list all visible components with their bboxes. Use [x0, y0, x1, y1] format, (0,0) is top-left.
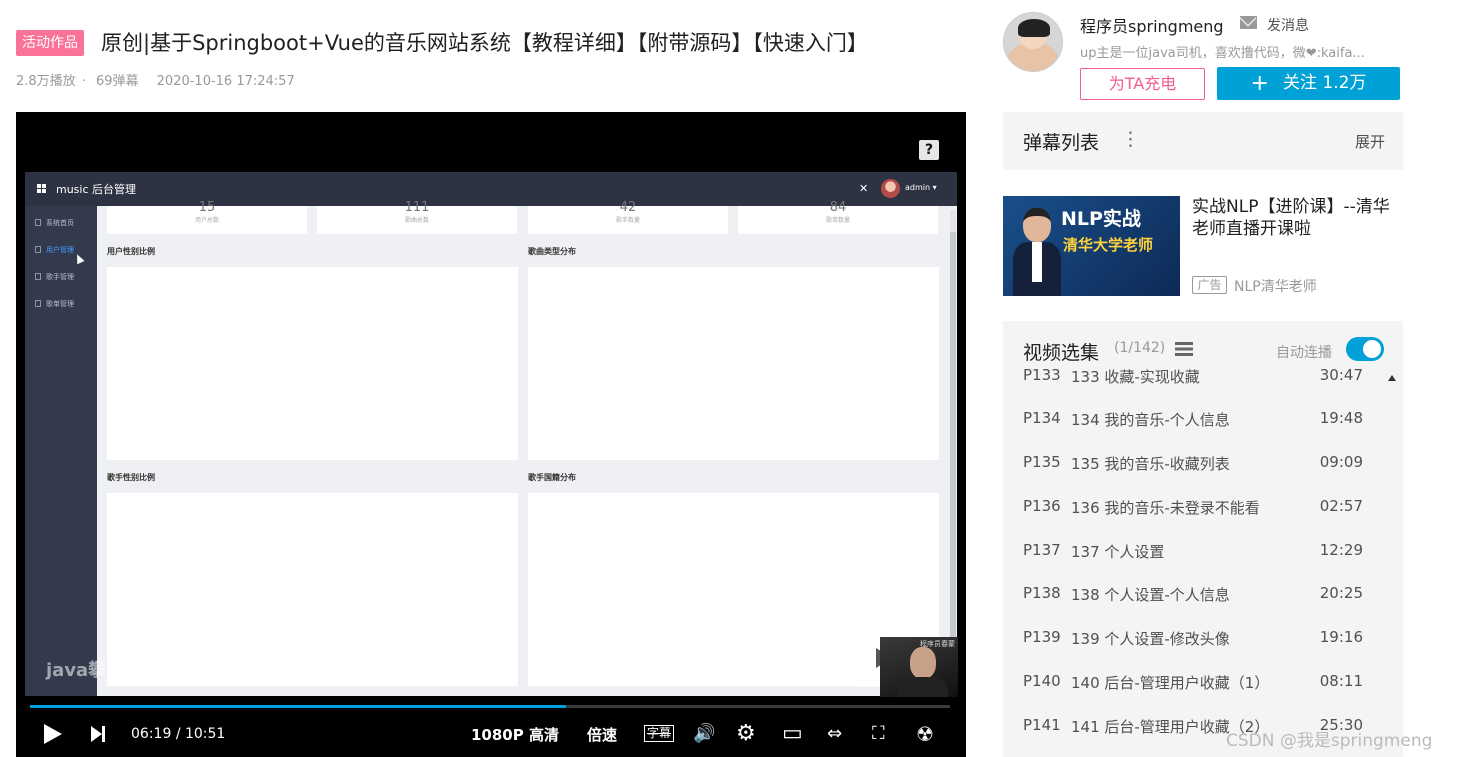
chart-panel: [107, 493, 518, 686]
admin-menu-singers: 歌手管理: [35, 272, 74, 282]
video-player[interactable]: ? music 后台管理 ✕ admin ▾ 系统首页 用户管理 歌手管理 歌单…: [16, 112, 966, 757]
list-icon[interactable]: [1175, 342, 1193, 356]
page-icon: [35, 273, 41, 280]
speed-button[interactable]: 倍速: [587, 724, 617, 745]
ad-image[interactable]: NLP实战 清华大学老师: [1003, 196, 1180, 296]
play-count: 2.8万播放: [16, 74, 76, 89]
progress-bar[interactable]: [30, 705, 950, 708]
duration: 10:51: [184, 726, 226, 742]
page-icon: [35, 300, 41, 307]
admin-title: music 后台管理: [56, 183, 137, 196]
danmaku-list-title: 弹幕列表: [1023, 132, 1100, 154]
quality-button[interactable]: 1080P 高清: [471, 724, 559, 745]
pip-icon[interactable]: ▭: [782, 723, 803, 745]
follow-label: 关注 1.2万: [1282, 73, 1367, 93]
radiation-icon[interactable]: ☢: [916, 724, 934, 744]
chart-panel: [528, 267, 939, 460]
fullscreen-icon[interactable]: ⛶: [872, 724, 885, 744]
video-meta: 2.8万播放 · 69弹幕 2020-10-16 17:24:57: [16, 70, 301, 89]
episode-title: 视频选集: [1023, 342, 1100, 364]
ad-image-title: NLP实战: [1061, 208, 1141, 230]
more-icon[interactable]: ⋮: [1121, 128, 1140, 150]
bilibili-watermark-logo: bilibili: [181, 652, 258, 677]
autoplay-toggle[interactable]: [1346, 337, 1384, 361]
charge-button[interactable]: 为TA充电: [1080, 68, 1205, 100]
player-controls: 06:19 / 10:51 1080P 高清 倍速 字幕 🔊 ⚙ ▭ ⇔ ⛶ ☢: [16, 712, 966, 757]
help-icon[interactable]: ?: [919, 140, 939, 160]
play-icon[interactable]: [44, 724, 62, 744]
admin-user: admin ▾: [905, 183, 937, 192]
csdn-watermark: CSDN @我是springmeng: [1226, 731, 1433, 751]
scroll-up-icon[interactable]: [1388, 375, 1396, 381]
admin-avatar: [881, 179, 900, 198]
next-icon[interactable]: [91, 726, 105, 742]
admin-scrollbar: [950, 210, 956, 690]
current-time: 06:19: [131, 726, 172, 742]
episode-panel: 视频选集 (1/142) 自动连播 P133 133 收藏-实现收藏 30:47 P…: [1003, 321, 1403, 757]
video-frame[interactable]: music 后台管理 ✕ admin ▾ 系统首页 用户管理 歌手管理 歌单管理…: [25, 172, 957, 696]
chart-title-user-gender: 用户性别比例: [107, 247, 155, 256]
stat-card-playlists: 84 歌单数量: [738, 200, 938, 234]
ad-badge: 广告: [1192, 276, 1227, 294]
time-separator: /: [175, 726, 181, 742]
follow-button[interactable]: + 关注 1.2万: [1217, 67, 1400, 100]
stat-card-singers: 42 歌手数量: [528, 200, 728, 234]
chart-panel: [107, 267, 518, 460]
mail-icon[interactable]: [1240, 16, 1257, 29]
widescreen-icon[interactable]: ⇔: [827, 724, 842, 744]
video-title: 原创|基于Springboot+Vue的音乐网站系统【教程详细】【附带源码】【快…: [101, 31, 868, 55]
chart-title-singer-country: 歌手国籍分布: [528, 473, 576, 482]
uploader-watermark: java攀登: [46, 660, 125, 681]
ad-image-subtitle: 清华大学老师: [1063, 236, 1154, 254]
stat-card-songs: 111 歌曲总数: [317, 200, 517, 234]
admin-sidebar: 系统首页 用户管理 歌手管理 歌单管理: [25, 206, 97, 696]
time-display: 06:19 / 10:51: [131, 726, 225, 742]
uploader-avatar[interactable]: [1003, 12, 1063, 72]
stat-card-users: 15 用户总数: [107, 200, 307, 234]
send-message-link[interactable]: 发消息: [1267, 15, 1309, 35]
meta-separator: ·: [81, 74, 86, 89]
danmaku-count: 69弹幕: [95, 74, 139, 89]
webcam-overlay: 程序员春蒙: [880, 637, 958, 697]
ad-title[interactable]: 实战NLP【进阶课】--清华老师直播开课啦: [1192, 196, 1402, 240]
grid-icon: [37, 184, 46, 193]
admin-menu-users: 用户管理: [35, 245, 74, 255]
autoplay-label: 自动连播: [1276, 345, 1332, 361]
publish-date: 2020-10-16 17:24:57: [156, 74, 295, 89]
expand-icon: ✕: [859, 182, 869, 195]
episode-count: (1/142): [1114, 340, 1166, 356]
danmaku-expand-button[interactable]: 展开: [1355, 131, 1385, 152]
progress-fill: [30, 705, 567, 708]
uploader-name[interactable]: 程序员springmeng: [1080, 13, 1224, 37]
plus-icon: +: [1250, 71, 1269, 96]
danmaku-list-bar[interactable]: 弹幕列表 ⋮ 展开: [1003, 112, 1403, 170]
webcam-caption: 程序员春蒙: [920, 640, 955, 648]
ad-person: [1013, 208, 1061, 296]
activity-tag[interactable]: 活动作品: [16, 30, 84, 56]
page-icon: [35, 246, 41, 253]
volume-icon[interactable]: 🔊: [693, 724, 715, 744]
admin-menu-home: 系统首页: [35, 218, 74, 228]
chart-title-song-types: 歌曲类型分布: [528, 247, 576, 256]
settings-icon[interactable]: ⚙: [736, 723, 756, 745]
chart-title-singer-gender: 歌手性别比例: [107, 473, 155, 482]
ad-source[interactable]: NLP清华老师: [1234, 276, 1317, 296]
uploader-description: up主是一位java司机，喜欢撸代码，微❤:kaifa...: [1080, 46, 1365, 61]
subtitle-off-icon[interactable]: 字幕: [644, 725, 675, 742]
page-icon: [35, 219, 41, 226]
admin-menu-playlists: 歌单管理: [35, 299, 74, 309]
